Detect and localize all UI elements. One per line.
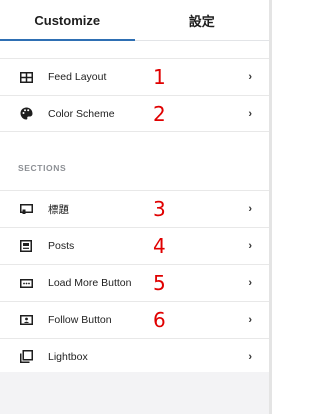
palette-icon xyxy=(18,106,34,122)
menu-item-label: 標題 xyxy=(48,203,69,216)
menu-item-feed-layout[interactable]: Feed Layout 1 › xyxy=(0,58,269,95)
top-menu: Feed Layout 1 › Color Scheme 2 › xyxy=(0,58,269,132)
sections-menu: 標題 3 › Posts 4 › Load More Button 5 › Fo… xyxy=(0,190,269,375)
menu-item-lightbox[interactable]: Lightbox › xyxy=(0,338,269,375)
chevron-right-icon: › xyxy=(248,314,252,326)
menu-item-label: Color Scheme xyxy=(48,107,115,120)
menu-item-follow-button[interactable]: Follow Button 6 › xyxy=(0,301,269,338)
menu-item-header[interactable]: 標題 3 › xyxy=(0,190,269,227)
chevron-right-icon: › xyxy=(248,350,252,363)
panel-footer xyxy=(0,372,269,414)
annotation-number: 4 xyxy=(153,234,166,258)
menu-item-label: Follow Button xyxy=(48,314,112,326)
posts-icon xyxy=(18,238,34,254)
annotation-number: 2 xyxy=(153,102,166,126)
chevron-right-icon: › xyxy=(248,71,252,83)
menu-item-load-more-button[interactable]: Load More Button 5 › xyxy=(0,264,269,301)
annotation-number: 1 xyxy=(153,65,166,89)
tab-bar: Customize 設定 xyxy=(0,0,269,41)
annotation-number: 3 xyxy=(153,197,166,221)
menu-item-color-scheme[interactable]: Color Scheme 2 › xyxy=(0,95,269,132)
menu-item-label: Feed Layout xyxy=(48,71,107,83)
chevron-right-icon: › xyxy=(248,240,252,252)
tab-customize[interactable]: Customize xyxy=(0,0,135,41)
annotation-number: 6 xyxy=(153,308,166,332)
menu-item-posts[interactable]: Posts 4 › xyxy=(0,227,269,264)
tab-settings[interactable]: 設定 xyxy=(135,0,270,40)
annotation-number: 5 xyxy=(153,271,166,295)
chevron-right-icon: › xyxy=(248,107,252,120)
chevron-right-icon: › xyxy=(248,203,252,215)
customizer-panel: Customize 設定 Feed Layout 1 › Color Schem… xyxy=(0,0,269,414)
scrollbar[interactable] xyxy=(269,0,272,414)
lightbox-icon xyxy=(18,349,34,365)
sections-heading: SECTIONS xyxy=(18,163,67,173)
follow-button-icon xyxy=(18,312,34,328)
feed-layout-icon xyxy=(18,69,34,85)
menu-item-label: Lightbox xyxy=(48,350,88,363)
chevron-right-icon: › xyxy=(248,277,252,289)
menu-item-label: Load More Button xyxy=(48,277,132,289)
load-more-icon xyxy=(18,275,34,291)
menu-item-label: Posts xyxy=(48,240,75,252)
header-icon xyxy=(18,201,34,217)
